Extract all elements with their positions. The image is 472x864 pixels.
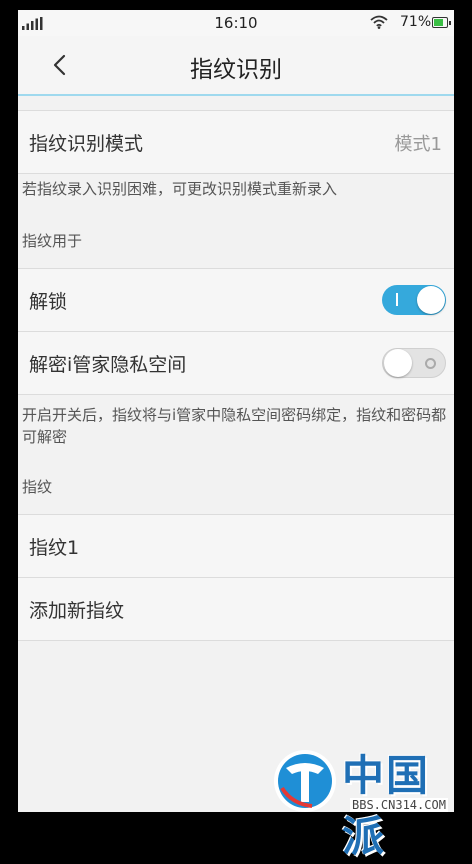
- unlock-row: 解锁: [18, 269, 454, 331]
- mode-card: 指纹识别模式 模式1: [18, 110, 454, 174]
- fingerprint-mode-row[interactable]: 指纹识别模式 模式1: [18, 111, 454, 173]
- page-title: 指纹识别: [190, 57, 282, 83]
- fingerprint-mode-label: 指纹识别模式: [29, 133, 144, 155]
- mode-note: 若指纹录入识别困难，可更改识别模式重新录入: [22, 180, 338, 198]
- status-time: 16:10: [214, 14, 258, 32]
- fingerprints-card: 指纹1 添加新指纹: [18, 514, 454, 641]
- usage-section-title: 指纹用于: [22, 232, 83, 250]
- watermark: 中国派 BBS.CN314.COM: [258, 738, 472, 861]
- battery-icon: [432, 17, 451, 28]
- add-fingerprint-label: 添加新指纹: [29, 600, 125, 622]
- usage-card: 解锁 解密i管家隐私空间: [18, 268, 454, 395]
- phone-screen: 16:10 71% 指纹识别 指纹识别模式 模式1 若指纹录入识别困难，可更改识…: [18, 10, 454, 812]
- wifi-icon: [370, 15, 388, 29]
- status-bar: 16:10 71%: [18, 10, 454, 36]
- private-space-label: 解密i管家隐私空间: [29, 354, 187, 376]
- fingerprint-mode-value: 模式1: [394, 134, 442, 155]
- watermark-url: BBS.CN314.COM: [350, 798, 448, 812]
- private-space-toggle[interactable]: [382, 348, 446, 378]
- unlock-label: 解锁: [29, 291, 68, 313]
- battery-percent: 71%: [400, 14, 432, 30]
- fingerprint-1-row[interactable]: 指纹1: [18, 515, 454, 577]
- brand-logo-icon: [274, 750, 336, 812]
- add-fingerprint-row[interactable]: 添加新指纹: [18, 577, 454, 640]
- usage-note: 开启开关后，指纹将与i管家中隐私空间密码绑定，指纹和密码都可解密: [22, 406, 447, 446]
- app-header: 指纹识别: [18, 36, 454, 96]
- private-space-row: 解密i管家隐私空间: [18, 331, 454, 394]
- unlock-toggle[interactable]: [382, 285, 446, 315]
- fingerprints-section-title: 指纹: [22, 478, 53, 496]
- fingerprint-1-label: 指纹1: [29, 537, 80, 559]
